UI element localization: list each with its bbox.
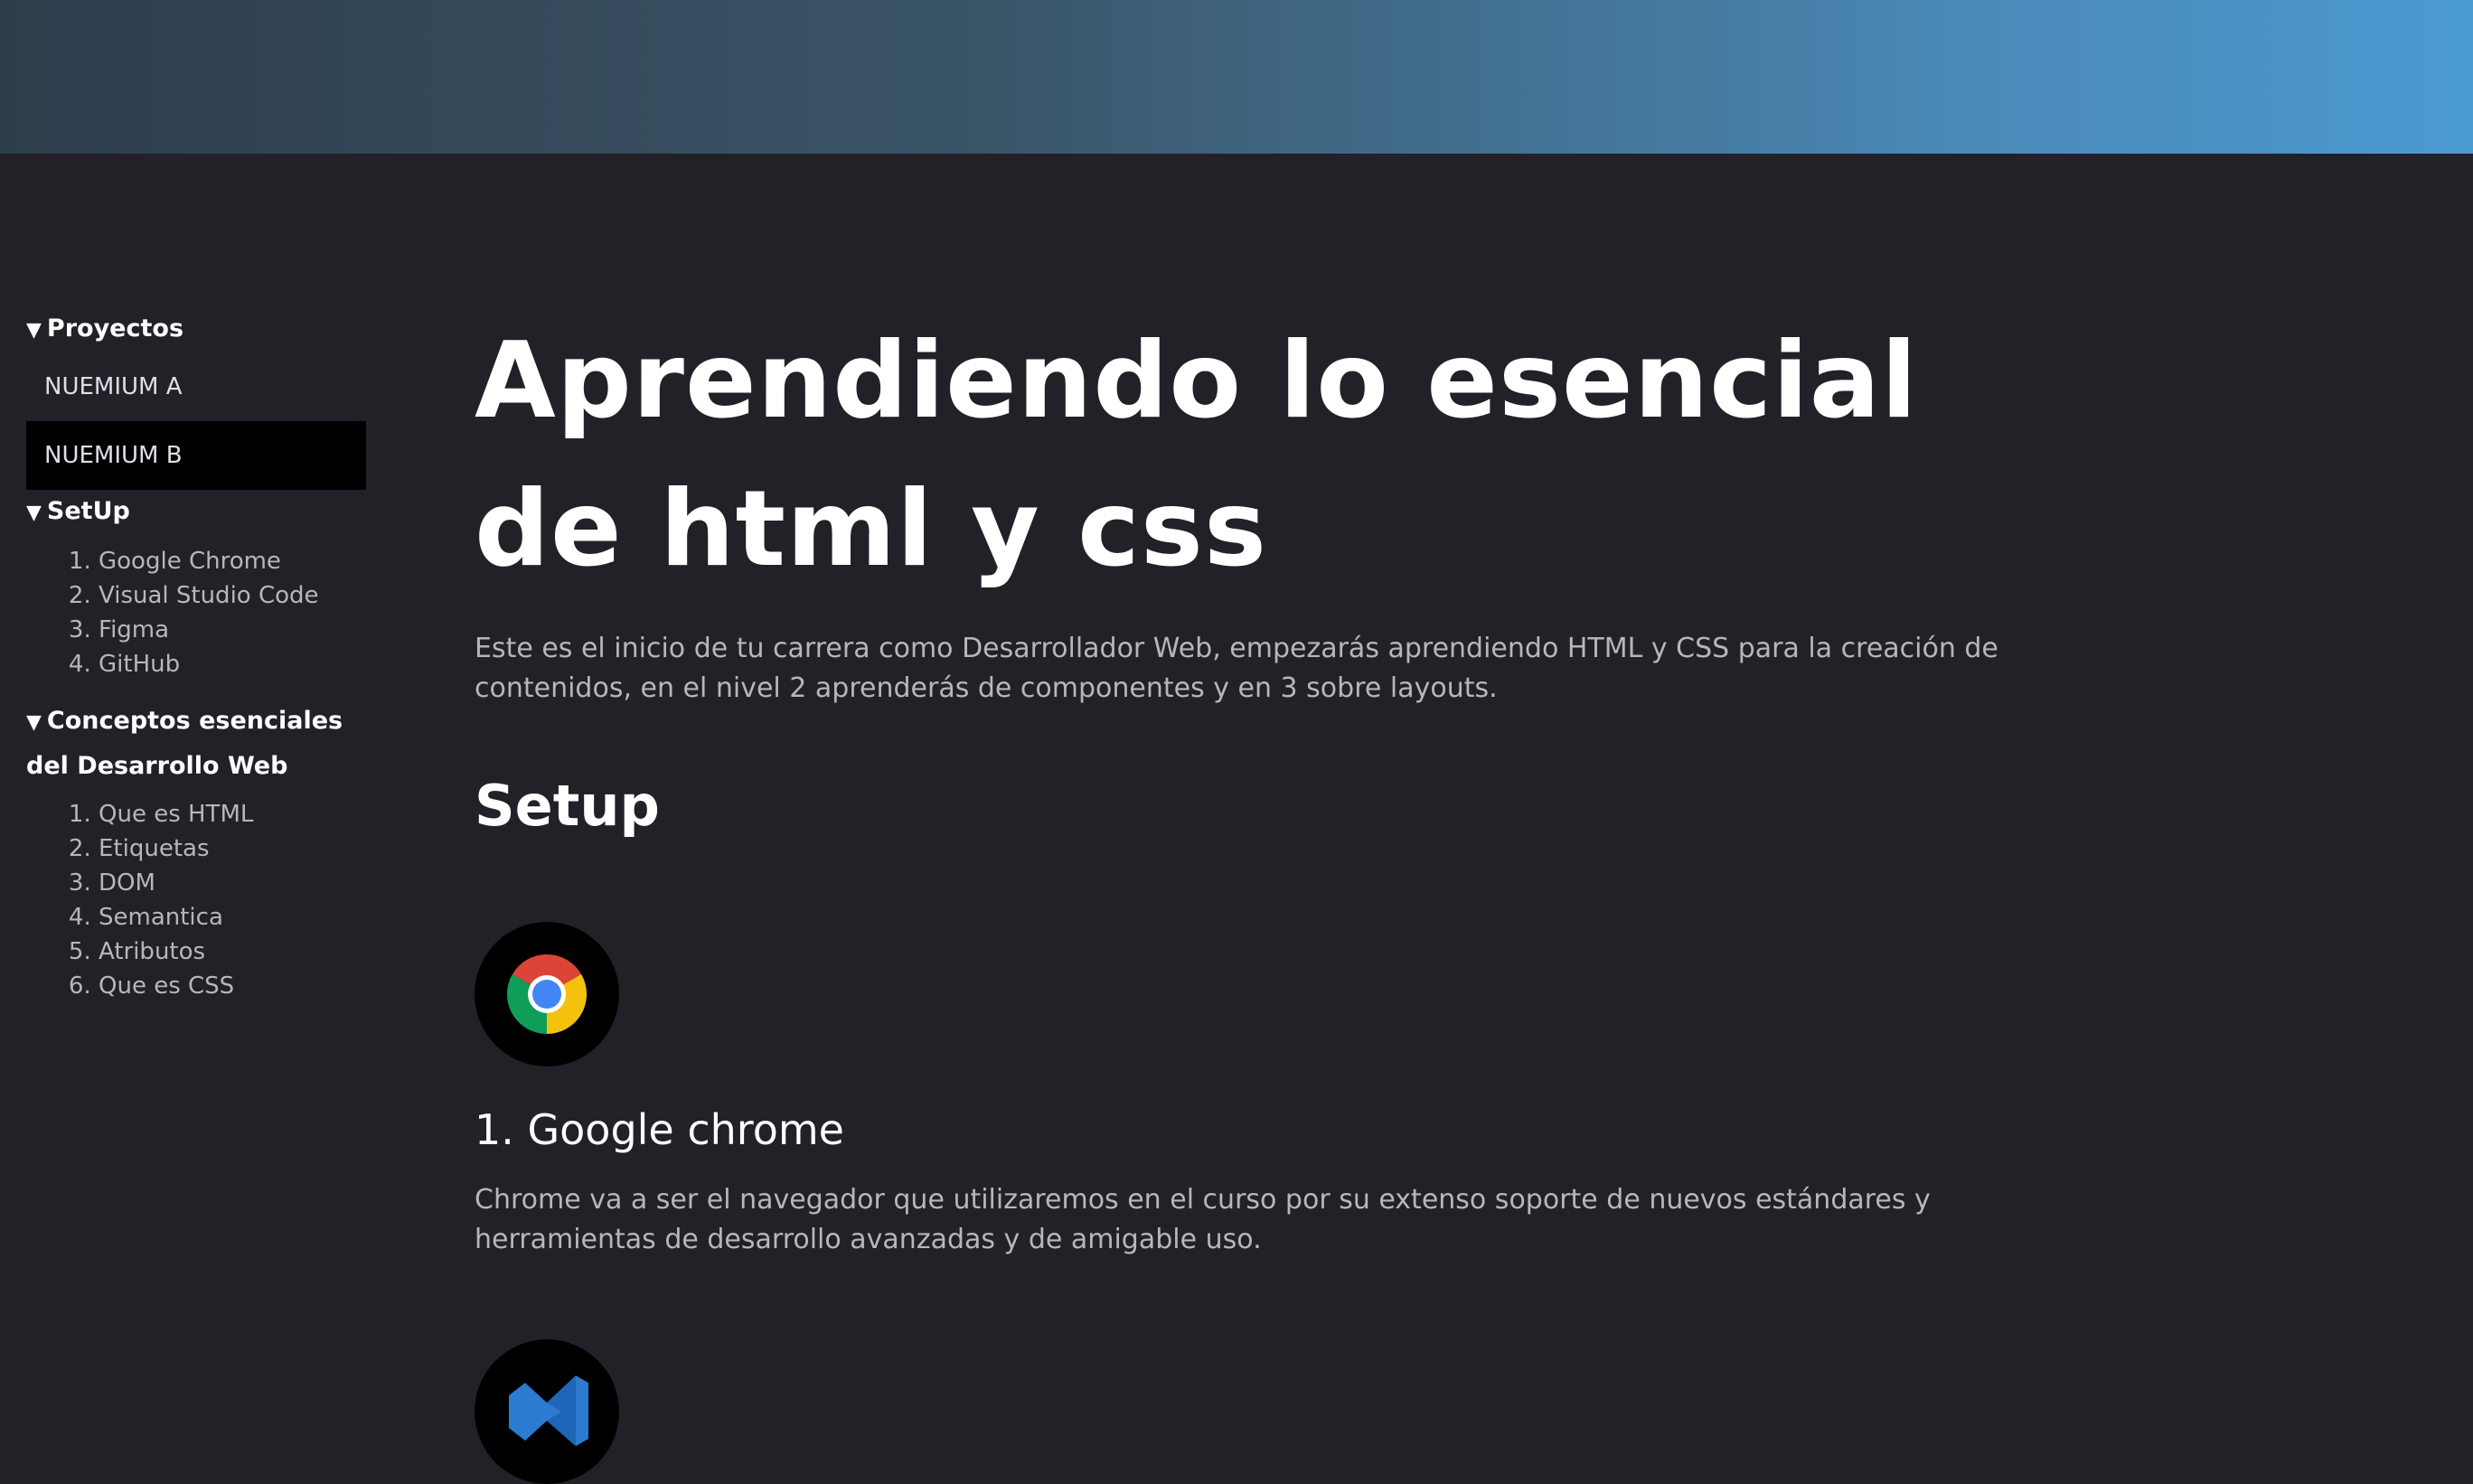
concepts-title: Conceptos esenciales del Desarrollo Web bbox=[26, 707, 343, 780]
concept-item-atributos[interactable]: Atributos bbox=[99, 935, 366, 969]
vscode-icon bbox=[475, 1339, 619, 1484]
sidebar-item-nuemium-b[interactable]: NUEMIUM B bbox=[26, 421, 366, 490]
sidebar: ▼Proyectos NUEMIUM A NUEMIUM B ▼SetUp Go… bbox=[26, 307, 366, 1021]
main-content: Aprendiendo lo esencial de html y css Es… bbox=[475, 307, 2056, 1484]
projects-section: ▼ Proyectos NUEMIUM A NUEMIUM B bbox=[26, 307, 366, 490]
concepts-section: ▼ Conceptos esenciales del Desarrollo Web… bbox=[26, 700, 366, 1003]
intro-paragraph: Este es el inicio de tu carrera como Des… bbox=[475, 633, 1998, 704]
setup-heading: Setup bbox=[475, 773, 660, 839]
setup-item-vscode[interactable]: Visual Studio Code bbox=[99, 578, 366, 613]
concepts-toggle[interactable]: ▼ Conceptos esenciales del Desarrollo Web bbox=[26, 700, 370, 788]
setup-list: Google Chrome Visual Studio Code Figma G… bbox=[26, 544, 366, 681]
setup-section: ▼SetUp Google Chrome Visual Studio Code … bbox=[26, 490, 366, 681]
setup-item-github[interactable]: GitHub bbox=[99, 647, 366, 681]
chrome-icon bbox=[475, 922, 619, 1066]
disclosure-triangle-icon: ▼ bbox=[26, 319, 42, 342]
tool-title-chrome: 1. Google chrome bbox=[475, 1105, 844, 1154]
setup-toggle[interactable]: ▼ SetUp bbox=[26, 490, 366, 535]
concepts-list: Que es HTML Etiquetas DOM Semantica Atri… bbox=[26, 797, 366, 1003]
page-title: Aprendiendo lo esencial de html y css bbox=[475, 320, 1918, 590]
disclosure-triangle-icon: ▼ bbox=[26, 502, 42, 524]
setup-item-chrome[interactable]: Google Chrome bbox=[99, 544, 366, 578]
disclosure-triangle-icon: ▼ bbox=[26, 711, 42, 734]
projects-toggle[interactable]: ▼ Proyectos bbox=[26, 307, 366, 352]
setup-item-figma[interactable]: Figma bbox=[99, 613, 366, 647]
concept-item-html[interactable]: Que es HTML bbox=[99, 797, 366, 831]
tool-description-chrome: Chrome va a ser el navegador que utiliza… bbox=[475, 1184, 1931, 1255]
concept-item-etiquetas[interactable]: Etiquetas bbox=[99, 831, 366, 866]
concept-item-dom[interactable]: DOM bbox=[99, 866, 366, 900]
projects-title: Proyectos bbox=[46, 315, 184, 343]
concept-item-semantica[interactable]: Semantica bbox=[99, 900, 366, 935]
sidebar-item-nuemium-a[interactable]: NUEMIUM A bbox=[26, 352, 366, 421]
header-banner bbox=[0, 0, 2473, 154]
concept-item-css[interactable]: Que es CSS bbox=[99, 969, 366, 1003]
setup-title: SetUp bbox=[46, 497, 130, 525]
